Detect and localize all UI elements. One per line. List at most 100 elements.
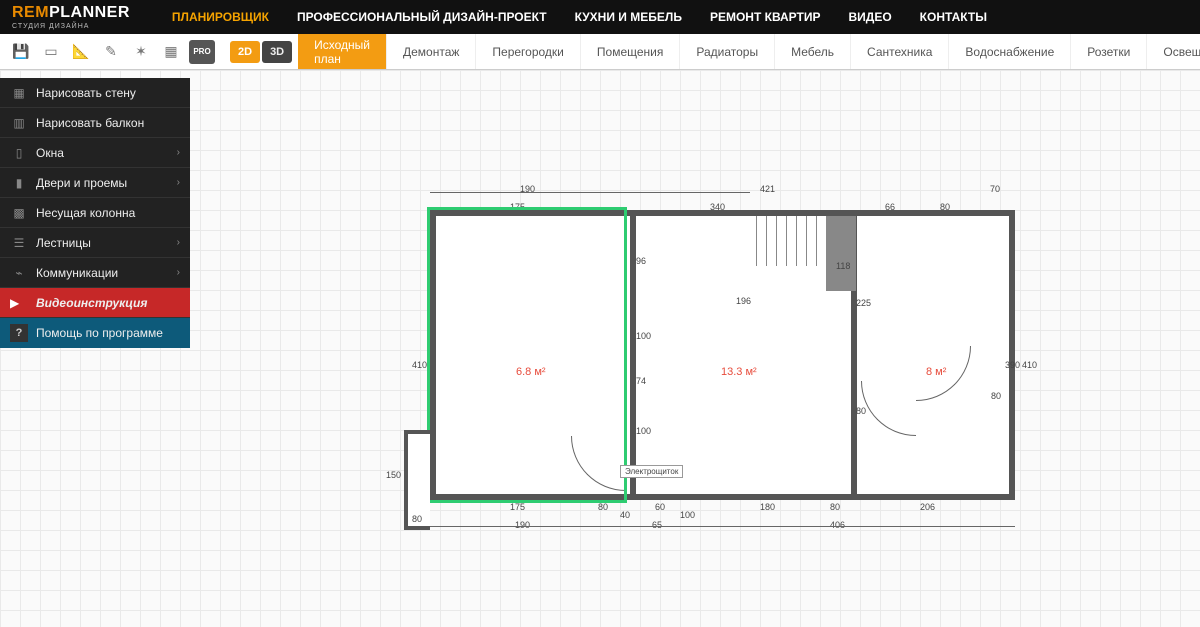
- plan-selection-highlight[interactable]: [427, 207, 627, 503]
- dimension: 196: [736, 296, 751, 306]
- view-mode-toggle: 2D 3D: [230, 34, 292, 69]
- tab-water-supply[interactable]: Водоснабжение: [949, 34, 1071, 69]
- tab-sockets[interactable]: Розетки: [1071, 34, 1147, 69]
- sidebar-label: Окна: [36, 146, 64, 160]
- stairs-icon: ☰: [10, 236, 28, 250]
- dimension: 80: [830, 502, 840, 512]
- sidebar-label: Коммуникации: [36, 266, 118, 280]
- sidebar-stairs[interactable]: ☰ Лестницы ›: [0, 228, 190, 258]
- nav-design-project[interactable]: ПРОФЕССИОНАЛЬНЫЙ ДИЗАЙН-ПРОЕКТ: [283, 10, 561, 24]
- tab-furniture[interactable]: Мебель: [775, 34, 851, 69]
- eraser-icon[interactable]: ✎: [99, 40, 123, 64]
- tab-partitions[interactable]: Перегородки: [476, 34, 580, 69]
- dimension: 40: [620, 510, 630, 520]
- tab-plumbing[interactable]: Сантехника: [851, 34, 949, 69]
- view-2d-button[interactable]: 2D: [230, 41, 260, 63]
- dimension: 80: [856, 406, 866, 416]
- dimension: 70: [990, 184, 1000, 194]
- balcony-icon: ▥: [10, 116, 28, 130]
- nav-kitchen-furniture[interactable]: КУХНИ И МЕБЕЛЬ: [561, 10, 696, 24]
- door-element[interactable]: [861, 381, 916, 436]
- sidebar-help[interactable]: ? Помощь по программе: [0, 318, 190, 348]
- dim-line: [430, 192, 750, 193]
- play-icon: ▶: [10, 296, 28, 310]
- dimension: 118: [836, 261, 850, 271]
- layers-icon[interactable]: ▦: [159, 40, 183, 64]
- nav-contacts[interactable]: КОНТАКТЫ: [906, 10, 1001, 24]
- dimension: 180: [760, 502, 775, 512]
- stairs-element[interactable]: [756, 216, 856, 291]
- sidebar-windows[interactable]: ▯ Окна ›: [0, 138, 190, 168]
- tab-lighting[interactable]: Освещение: [1147, 34, 1200, 69]
- sidebar-label: Несущая колонна: [36, 206, 135, 220]
- sidebar-column[interactable]: ▩ Несущая колонна: [0, 198, 190, 228]
- door-icon: ▮: [10, 176, 28, 190]
- logo[interactable]: REMPLANNER СТУДИЯ ДИЗАЙНА: [12, 5, 130, 30]
- dimension: 190: [515, 520, 530, 530]
- toolbar-icons: 💾 ▭ 📐 ✎ ✶ ▦ PRO: [0, 34, 224, 69]
- dimension: 150: [386, 470, 401, 480]
- tab-radiators[interactable]: Радиаторы: [680, 34, 775, 69]
- sidebar-doors[interactable]: ▮ Двери и проемы ›: [0, 168, 190, 198]
- settings-icon[interactable]: ✶: [129, 40, 153, 64]
- sidebar-label: Нарисовать балкон: [36, 116, 144, 130]
- comms-icon: ⌁: [10, 266, 28, 280]
- dimension: 100: [680, 510, 695, 520]
- sidebar-label: Видеоинструкция: [36, 296, 147, 310]
- sidebar-communications[interactable]: ⌁ Коммуникации ›: [0, 258, 190, 288]
- dimension: 421: [760, 184, 775, 194]
- column-icon: ▩: [10, 206, 28, 220]
- toolbar: 💾 ▭ 📐 ✎ ✶ ▦ PRO 2D 3D Исходный план Демо…: [0, 34, 1200, 70]
- dimension: 96: [636, 256, 646, 266]
- dimension: 225: [856, 298, 871, 308]
- dimension: 80: [991, 391, 1001, 401]
- dimension: 80: [598, 502, 608, 512]
- logo-text-1: REM: [12, 4, 49, 21]
- dim-line: [430, 526, 1015, 527]
- chevron-right-icon: ›: [177, 177, 180, 188]
- wall-icon: ▦: [10, 86, 28, 100]
- sidebar-video-instruction[interactable]: ▶ Видеоинструкция: [0, 288, 190, 318]
- sidebar-label: Нарисовать стену: [36, 86, 136, 100]
- dimension: 60: [655, 502, 665, 512]
- dimension: 65: [652, 520, 662, 530]
- chevron-right-icon: ›: [177, 237, 180, 248]
- tab-source-plan[interactable]: Исходный план: [298, 34, 387, 69]
- sidebar-draw-balcony[interactable]: ▥ Нарисовать балкон: [0, 108, 190, 138]
- tools-sidebar: ▦ Нарисовать стену ▥ Нарисовать балкон ▯…: [0, 78, 190, 348]
- room-area-label: 13.3 м²: [721, 366, 757, 378]
- dimension: 74: [636, 376, 646, 386]
- logo-text-2: PLANNER: [49, 4, 130, 21]
- logo-subtitle: СТУДИЯ ДИЗАЙНА: [12, 23, 130, 30]
- nav-video[interactable]: ВИДЕО: [834, 10, 905, 24]
- pro-badge[interactable]: PRO: [189, 40, 215, 64]
- help-icon: ?: [10, 324, 28, 342]
- dimension: 390: [1005, 360, 1020, 370]
- sidebar-label: Помощь по программе: [36, 326, 163, 340]
- dimension: 206: [920, 502, 935, 512]
- dimension: 175: [510, 502, 525, 512]
- tab-rooms[interactable]: Помещения: [581, 34, 680, 69]
- tab-demolition[interactable]: Демонтаж: [387, 34, 476, 69]
- room-area-label: 8 м²: [926, 366, 946, 378]
- dimension: 100: [636, 331, 651, 341]
- top-nav: REMPLANNER СТУДИЯ ДИЗАЙНА ПЛАНИРОВЩИК ПР…: [0, 0, 1200, 34]
- workspace-canvas[interactable]: ▦ Нарисовать стену ▥ Нарисовать балкон ▯…: [0, 70, 1200, 627]
- sidebar-label: Двери и проемы: [36, 176, 127, 190]
- nav-planner[interactable]: ПЛАНИРОВЩИК: [158, 10, 283, 24]
- measure-icon[interactable]: 📐: [69, 40, 93, 64]
- plan-tabs: Исходный план Демонтаж Перегородки Помещ…: [298, 34, 1200, 69]
- electrical-panel-label[interactable]: Электрощиток: [620, 465, 683, 478]
- dimension: 410: [1022, 360, 1037, 370]
- chevron-right-icon: ›: [177, 147, 180, 158]
- new-plan-icon[interactable]: ▭: [39, 40, 63, 64]
- nav-renovation[interactable]: РЕМОНТ КВАРТИР: [696, 10, 835, 24]
- dimension: 80: [412, 514, 422, 524]
- floor-plan[interactable]: 190 421 66 80 70 175 340 6.8 м² 13.3 м²: [430, 210, 1015, 540]
- view-3d-button[interactable]: 3D: [262, 41, 292, 63]
- save-icon[interactable]: 💾: [9, 40, 33, 64]
- sidebar-draw-wall[interactable]: ▦ Нарисовать стену: [0, 78, 190, 108]
- chevron-right-icon: ›: [177, 267, 180, 278]
- sidebar-label: Лестницы: [36, 236, 91, 250]
- dimension: 406: [830, 520, 845, 530]
